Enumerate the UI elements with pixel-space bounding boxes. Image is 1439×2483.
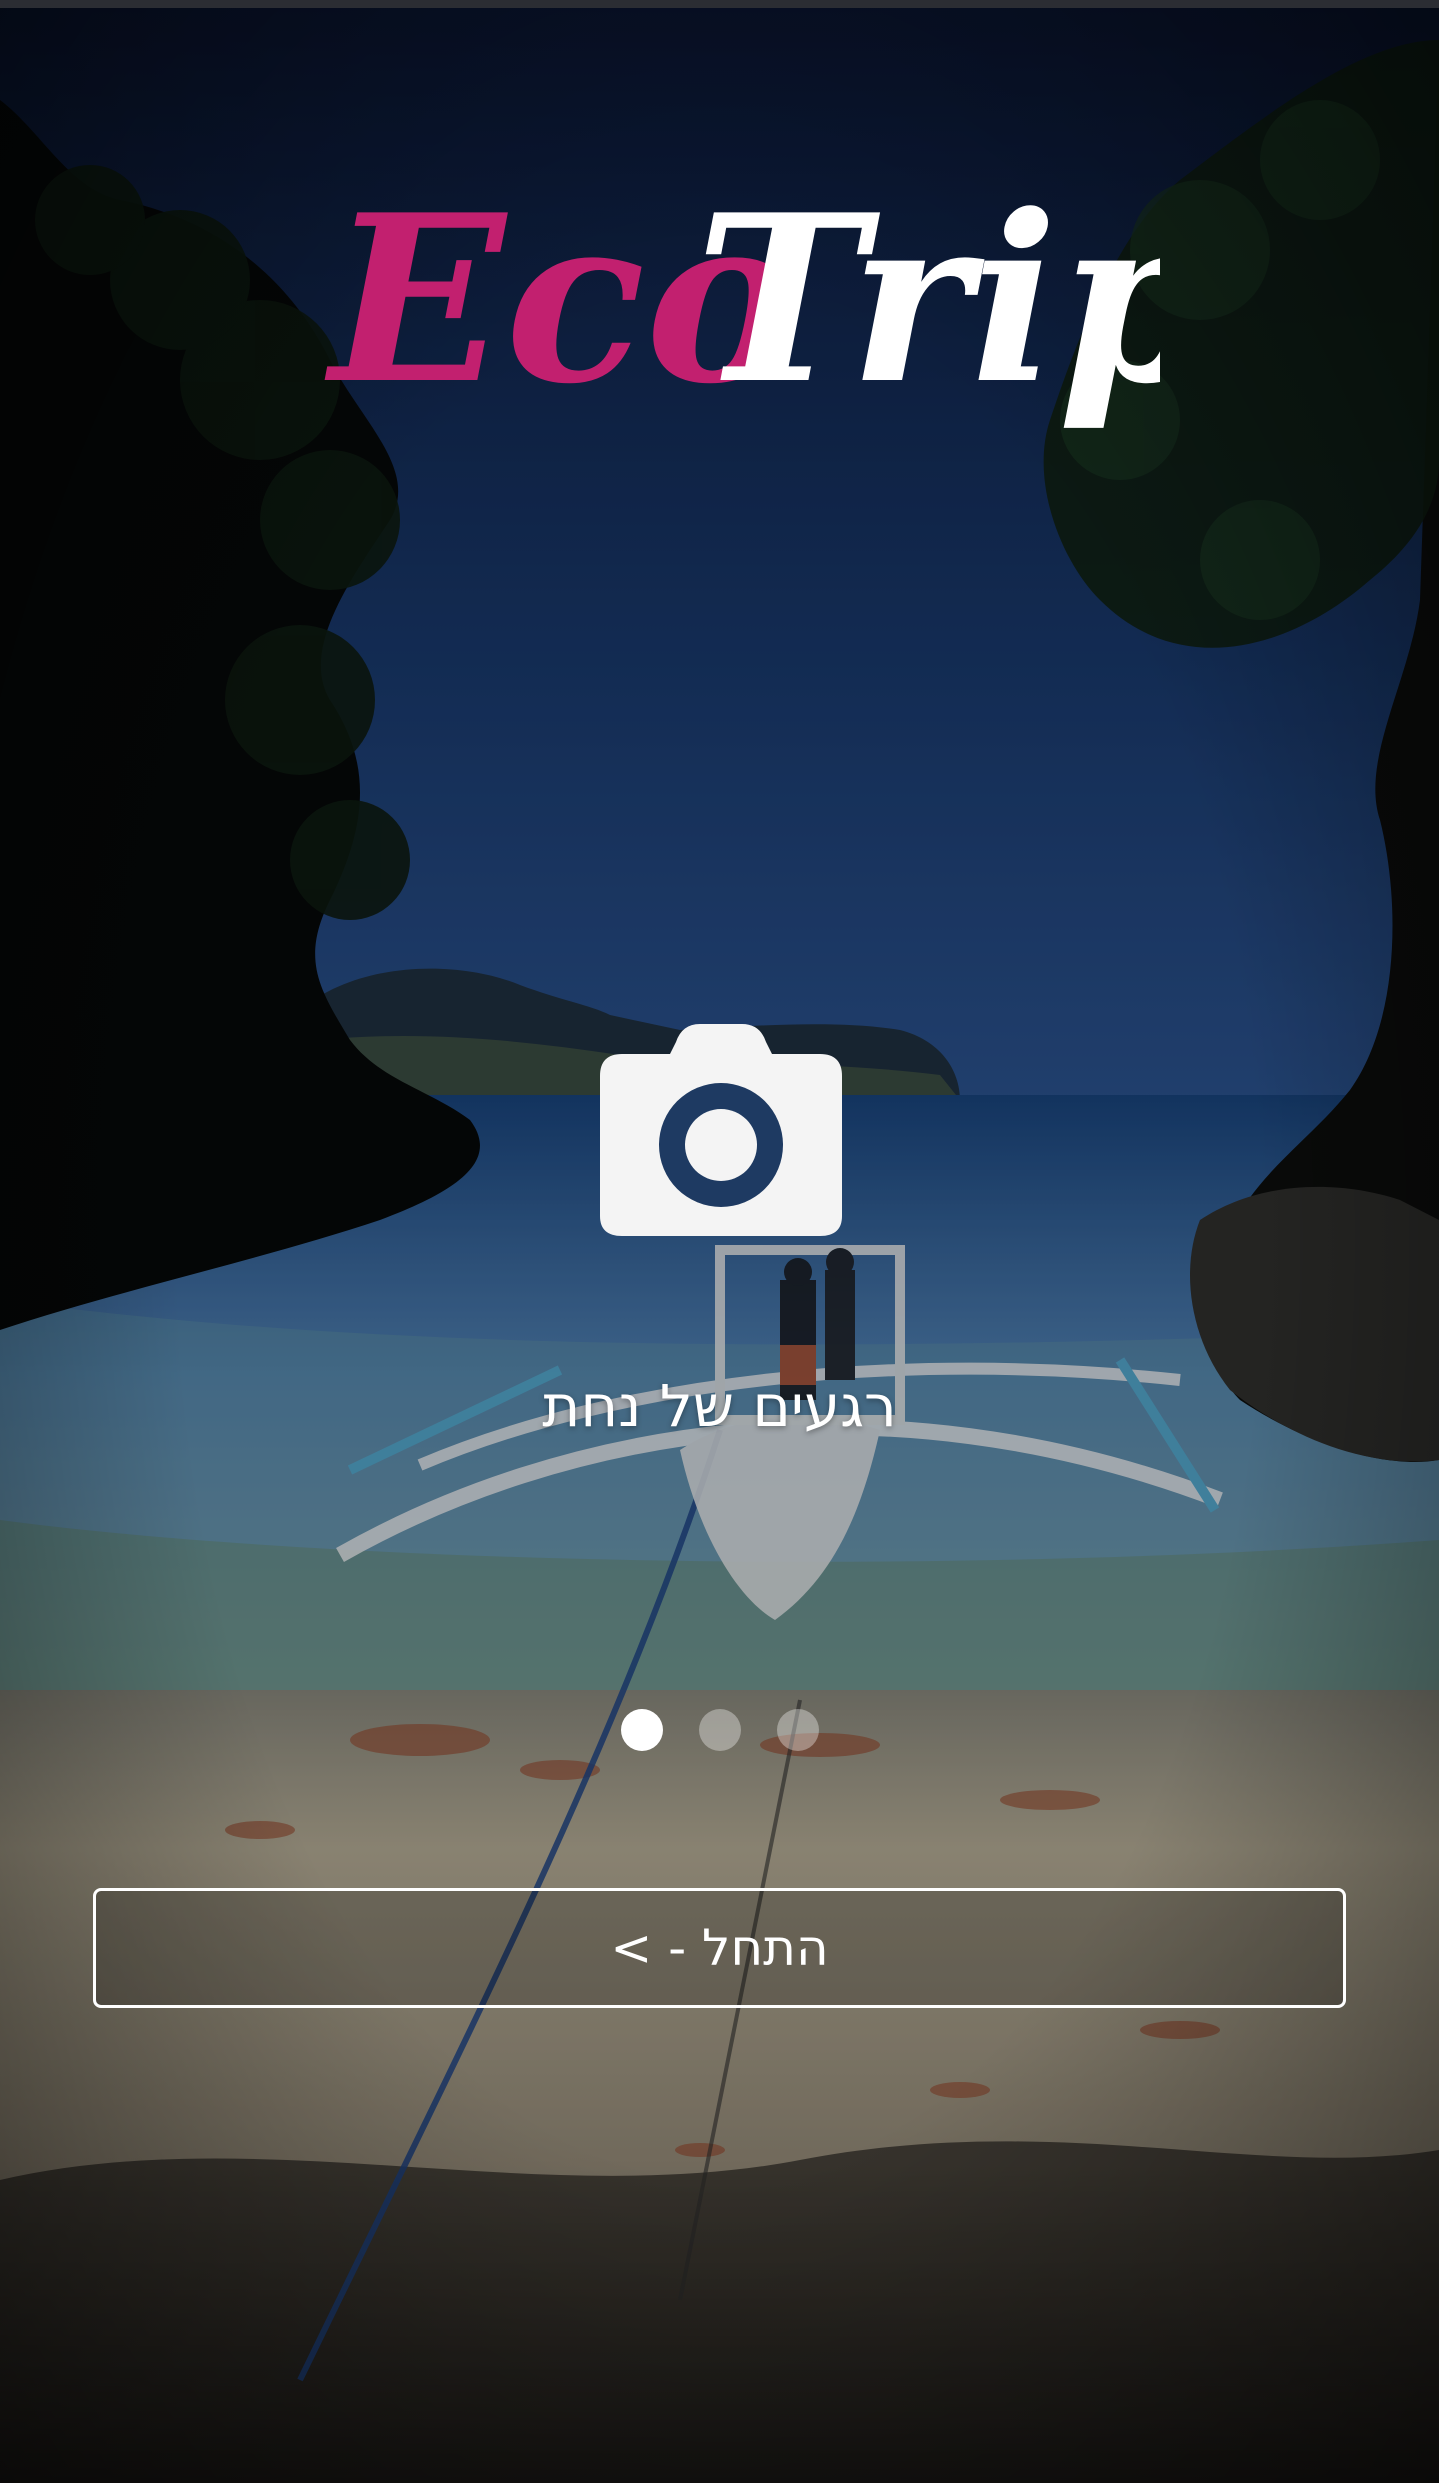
start-button-label: התחל - > xyxy=(610,1919,829,1977)
intro-screen: Eco Trip רגעים של נחת התחל - > xyxy=(0,0,1439,2483)
ecotrip-logo: Eco Trip xyxy=(300,150,1160,450)
page-indicator xyxy=(0,1709,1439,1751)
start-button[interactable]: התחל - > xyxy=(93,1888,1346,2008)
page-dot-2[interactable] xyxy=(698,1709,741,1751)
feature-tagline: רגעים של נחת xyxy=(542,1372,897,1440)
page-dot-3[interactable] xyxy=(776,1709,819,1751)
logo-trip-text: Trip xyxy=(695,165,1160,435)
status-bar xyxy=(0,0,1439,8)
page-dot-1[interactable] xyxy=(620,1709,663,1751)
camera-icon xyxy=(596,1020,846,1240)
